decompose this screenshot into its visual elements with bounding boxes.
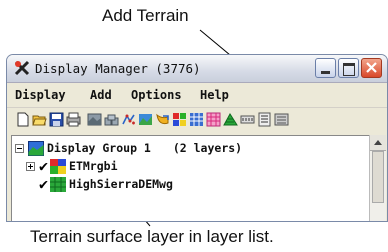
menu-bar: Display Add Options Help xyxy=(7,83,387,108)
display-group-icon xyxy=(28,140,44,156)
print-icon[interactable] xyxy=(66,112,81,127)
menu-add[interactable]: Add xyxy=(90,88,112,102)
layer-name: ETMrgbi xyxy=(69,159,118,173)
layer-name: HighSierraDEMwg xyxy=(69,177,173,191)
terrain-layer-icon xyxy=(50,176,67,192)
expand-toggle[interactable] xyxy=(26,161,35,171)
layer-visible-checkmark[interactable]: ✔ xyxy=(39,157,48,175)
add-multi-raster-icon[interactable] xyxy=(104,112,119,127)
scroll-thumb[interactable] xyxy=(372,151,384,203)
title-bar[interactable]: Display Manager (3776) xyxy=(7,55,387,83)
add-legend-icon[interactable] xyxy=(257,112,272,127)
callout-add-terrain: Add Terrain xyxy=(102,6,189,25)
menu-display[interactable]: Display xyxy=(15,88,66,102)
add-surface-icon[interactable] xyxy=(223,112,238,127)
add-text-icon[interactable] xyxy=(240,112,255,127)
group-name: Display Group 1 xyxy=(47,141,151,155)
add-color-icon[interactable] xyxy=(172,112,187,127)
raster-layer-icon xyxy=(50,158,67,174)
add-raster-icon[interactable] xyxy=(87,112,102,127)
close-button[interactable] xyxy=(361,58,382,78)
maximize-button[interactable] xyxy=(338,58,359,78)
layer-row[interactable]: ✔ ETMrgbi xyxy=(26,157,118,175)
layer-row[interactable]: ✔ HighSierraDEMwg xyxy=(39,175,173,193)
add-vector-icon[interactable] xyxy=(121,112,136,127)
arrow-up-icon xyxy=(374,140,382,145)
display-manager-window: Display Manager (3776) Display Add Optio… xyxy=(6,54,388,222)
save-icon[interactable] xyxy=(49,112,64,127)
layer-list: Display Group 1 (2 layers) ✔ ETMrgbi ✔ H… xyxy=(11,135,369,221)
add-terrain-icon[interactable] xyxy=(206,112,221,127)
new-icon[interactable] xyxy=(15,112,30,127)
window-title: Display Manager (3776) xyxy=(35,61,201,76)
group-layer-count: (2 layers) xyxy=(172,141,243,155)
layer-group-row[interactable]: Display Group 1 (2 layers) xyxy=(15,140,242,156)
menu-help[interactable]: Help xyxy=(200,88,229,102)
menu-options[interactable]: Options xyxy=(131,88,182,102)
layer-visible-checkmark[interactable]: ✔ xyxy=(39,175,48,193)
add-shape-icon[interactable] xyxy=(155,112,170,127)
minimize-button[interactable] xyxy=(315,58,336,78)
app-icon xyxy=(14,60,30,76)
add-map-grid-icon[interactable] xyxy=(274,112,289,127)
collapse-toggle[interactable] xyxy=(15,143,24,153)
toolbar xyxy=(7,108,387,134)
callout-terrain-surface-layer: Terrain surface layer in layer list. xyxy=(30,227,274,246)
add-geometric-icon[interactable] xyxy=(138,112,153,127)
vertical-scrollbar[interactable] xyxy=(369,135,386,221)
add-db-icon[interactable] xyxy=(189,112,204,127)
open-icon[interactable] xyxy=(32,112,47,127)
close-icon xyxy=(366,62,377,73)
scroll-up-button[interactable] xyxy=(370,135,386,151)
